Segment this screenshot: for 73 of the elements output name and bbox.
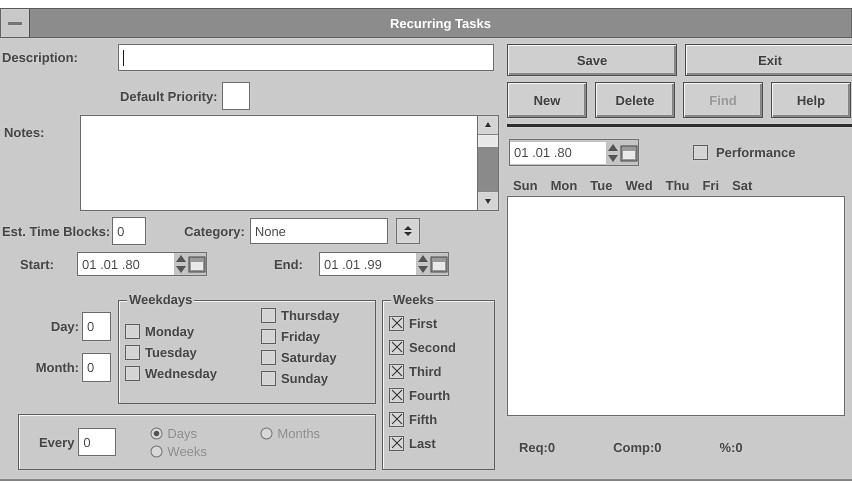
dialog-button[interactable]: Save	[507, 44, 677, 76]
group-title: Weeks	[391, 292, 436, 307]
weekday-checkbox[interactable]: Sunday	[261, 368, 340, 389]
stat-label: Req:0	[519, 440, 556, 455]
every-label: Every	[39, 434, 74, 450]
checkbox-icon[interactable]	[389, 436, 404, 450]
notes-field[interactable]	[80, 115, 499, 211]
description-field[interactable]	[118, 44, 494, 71]
week-checkbox[interactable]: Second	[389, 335, 494, 359]
dialog-button[interactable]: New	[507, 82, 587, 118]
dropdown-button[interactable]	[396, 218, 420, 244]
category-field[interactable]: None	[250, 218, 388, 244]
checkbox-icon[interactable]	[261, 350, 276, 365]
stat-label: %:0	[720, 440, 743, 455]
weekday-header: Fri	[702, 178, 720, 193]
start-label: Start:	[20, 256, 55, 272]
checkbox-icon[interactable]	[125, 345, 140, 360]
description-label: Description:	[2, 50, 79, 65]
weekday-checkbox[interactable]: Thursday	[261, 305, 340, 326]
down-arrow-icon[interactable]	[484, 197, 492, 205]
performance-checkbox[interactable]: Performance	[693, 142, 796, 163]
checkbox-icon[interactable]	[125, 366, 140, 381]
scrollbar[interactable]	[477, 116, 498, 210]
system-menu-button[interactable]	[1, 9, 30, 37]
checkbox-icon[interactable]	[389, 388, 404, 402]
priority-label: Default Priority:	[120, 88, 218, 104]
weekday-header: Thu	[666, 178, 690, 193]
dialog-button[interactable]: Help	[771, 82, 851, 118]
checkbox-icon[interactable]	[261, 308, 276, 323]
spin-icon	[402, 225, 413, 237]
week-checkbox[interactable]: Third	[389, 359, 494, 383]
window-title: Recurring Tasks	[389, 16, 492, 30]
stat-label: Comp:0	[613, 440, 662, 455]
week-checkbox[interactable]: Fourth	[389, 383, 494, 407]
weekday-checkbox[interactable]: Wednesday	[125, 363, 257, 384]
end-label: End:	[274, 256, 304, 272]
weekday-header: Wed	[625, 178, 653, 193]
week-checkbox[interactable]: First	[389, 311, 494, 335]
dialog-button[interactable]: Delete	[595, 82, 675, 118]
weekday-header: Sun	[513, 178, 538, 193]
week-checkbox[interactable]: Last	[389, 431, 494, 455]
up-arrow-icon[interactable]	[484, 121, 492, 129]
checkbox-icon[interactable]	[389, 412, 404, 426]
weekday-checkbox[interactable]: Saturday	[261, 347, 340, 368]
weekday-header: Sat	[732, 178, 752, 193]
checkbox-icon[interactable]	[261, 329, 276, 344]
day-label: Day:	[50, 319, 79, 334]
month-label: Month:	[36, 360, 79, 375]
notes-label: Notes:	[4, 125, 46, 140]
checkbox-icon[interactable]	[389, 340, 404, 354]
checkbox-icon[interactable]	[261, 371, 276, 386]
date-field[interactable]: 01 .01 .80	[510, 142, 606, 164]
weekday-checkbox[interactable]: Monday	[125, 321, 257, 342]
weekday-checkbox[interactable]: Friday	[261, 326, 340, 347]
weekday-header: Mon	[550, 178, 578, 193]
month-field[interactable]: 0	[82, 353, 111, 382]
weekday-checkbox[interactable]: Tuesday	[125, 342, 257, 363]
checkbox-icon[interactable]	[693, 145, 708, 160]
day-field[interactable]: 0	[82, 312, 111, 341]
checkbox-icon[interactable]	[389, 364, 404, 378]
time-blocks-label: Est. Time Blocks:	[2, 224, 110, 238]
calendar-icon[interactable]	[620, 142, 638, 162]
week-checkbox[interactable]: Fifth	[389, 407, 494, 431]
weekday-header: Tue	[590, 178, 612, 193]
category-label: Category:	[184, 224, 245, 238]
group-title: Weekdays	[127, 292, 194, 307]
every-field[interactable]: 0	[78, 428, 116, 456]
scroll-thumb[interactable]	[478, 135, 498, 148]
checkbox-icon[interactable]	[125, 324, 140, 339]
dialog-button[interactable]: Exit	[685, 44, 852, 76]
checkbox-icon[interactable]	[389, 316, 404, 330]
time-blocks-field[interactable]: 0	[112, 217, 146, 245]
priority-field[interactable]	[222, 82, 250, 110]
